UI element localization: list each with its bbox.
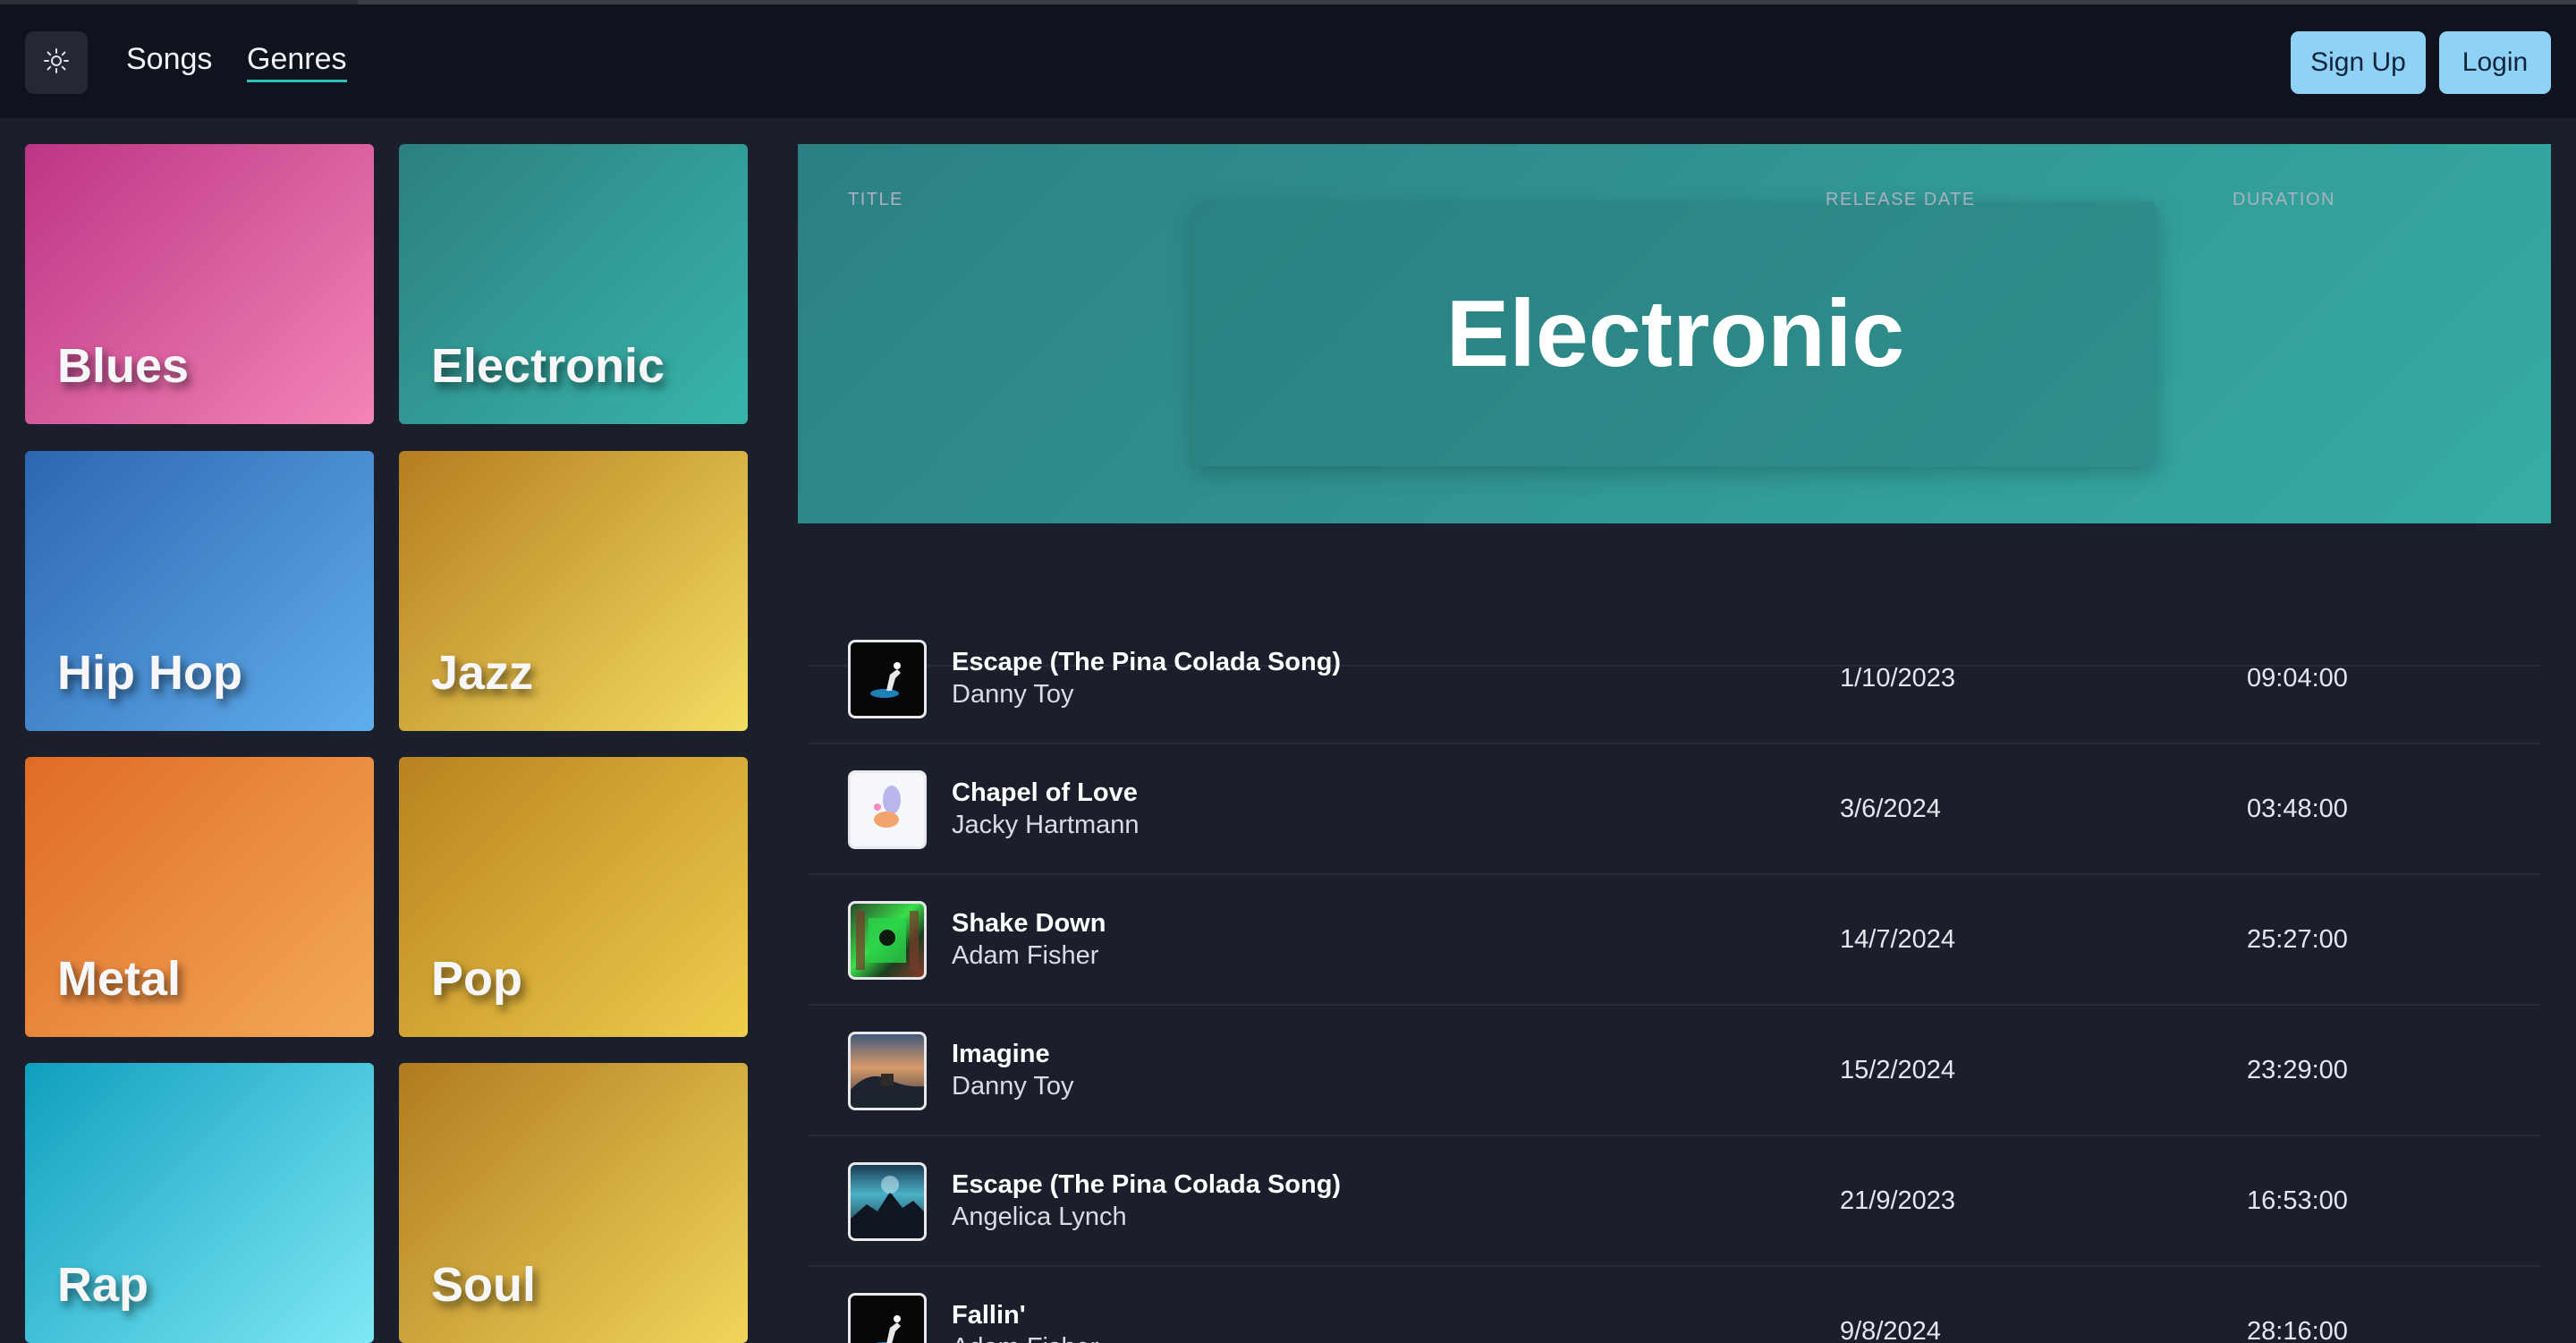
genre-tile-blues[interactable]: Blues [25, 144, 374, 424]
genre-tile-label: Blues [57, 339, 190, 393]
song-artist[interactable]: Danny Toy [952, 680, 1074, 710]
genre-tile-label: Rap [57, 1258, 149, 1312]
song-duration: 16:53:00 [2247, 1186, 2348, 1215]
song-release-date: 3/6/2024 [1840, 795, 1941, 823]
album-art-thumbnail [848, 770, 927, 849]
song-duration: 23:29:00 [2247, 1056, 2348, 1084]
theme-toggle-button[interactable] [25, 31, 88, 94]
genre-tile-hip-hop[interactable]: Hip Hop [25, 451, 374, 731]
sun-icon [43, 47, 70, 79]
album-art-thumbnail [848, 901, 927, 980]
table-row[interactable]: Fallin' Adam Fisher 9/8/2024 28:16:00 [809, 1267, 2540, 1343]
album-art-thumbnail [848, 1293, 927, 1343]
song-duration: 09:04:00 [2247, 664, 2348, 693]
genre-tile-label: Metal [57, 952, 182, 1006]
song-release-date: 15/2/2024 [1840, 1056, 1956, 1084]
genre-tile-jazz[interactable]: Jazz [399, 451, 748, 731]
genre-tile-label: Jazz [431, 646, 534, 700]
song-title[interactable]: Imagine [952, 1040, 1050, 1069]
song-duration: 25:27:00 [2247, 925, 2348, 954]
song-artist[interactable]: Adam Fisher [952, 941, 1098, 971]
song-title[interactable]: Shake Down [952, 909, 1106, 939]
song-duration: 28:16:00 [2247, 1317, 2348, 1343]
table-row[interactable]: Escape (The Pina Colada Song) Danny Toy … [809, 614, 2540, 744]
song-release-date: 9/8/2024 [1840, 1317, 1941, 1343]
column-header-release-date[interactable]: RELEASE DATE [1826, 190, 1976, 210]
genre-hero-card: Electronic [1193, 201, 2157, 466]
song-duration: 03:48:00 [2247, 795, 2348, 823]
genre-tile-metal[interactable]: Metal [25, 757, 374, 1037]
album-art-thumbnail [848, 1032, 927, 1110]
song-title[interactable]: Escape (The Pina Colada Song) [952, 648, 1341, 677]
genre-grid: Blues Electronic Hip Hop Jazz Metal Pop … [25, 144, 748, 1343]
genre-tile-electronic[interactable]: Electronic [399, 144, 748, 424]
genre-tile-label: Pop [431, 952, 522, 1006]
song-release-date: 21/9/2023 [1840, 1186, 1956, 1215]
table-row[interactable]: Imagine Danny Toy 15/2/2024 23:29:00 [809, 1006, 2540, 1136]
column-header-duration[interactable]: DURATION [2233, 190, 2335, 210]
album-art-thumbnail [848, 640, 927, 718]
song-release-date: 14/7/2024 [1840, 925, 1956, 954]
genre-tile-label: Electronic [431, 339, 665, 393]
genre-tile-soul[interactable]: Soul [399, 1063, 748, 1343]
genre-tile-label: Soul [431, 1258, 536, 1312]
song-artist[interactable]: Adam Fisher [952, 1333, 1098, 1343]
table-row[interactable]: Chapel of Love Jacky Hartmann 3/6/2024 0… [809, 744, 2540, 875]
nav-link-genres[interactable]: Genres [247, 42, 347, 82]
column-header-title[interactable]: TITLE [848, 190, 903, 210]
song-artist[interactable]: Angelica Lynch [952, 1203, 1127, 1232]
nav-link-songs[interactable]: Songs [126, 42, 212, 77]
genre-tile-pop[interactable]: Pop [399, 757, 748, 1037]
songs-table-body: Escape (The Pina Colada Song) Danny Toy … [809, 614, 2540, 1343]
song-title[interactable]: Chapel of Love [952, 778, 1138, 808]
table-row[interactable]: Shake Down Adam Fisher 14/7/2024 25:27:0… [809, 875, 2540, 1006]
genre-title: Electronic [1445, 280, 1905, 387]
navbar: Songs Genres Sign Up Login [0, 4, 2576, 118]
song-title[interactable]: Fallin' [952, 1301, 1026, 1330]
genre-tile-rap[interactable]: Rap [25, 1063, 374, 1343]
album-art-thumbnail [848, 1162, 927, 1241]
song-title[interactable]: Escape (The Pina Colada Song) [952, 1170, 1341, 1200]
sign-up-button[interactable]: Sign Up [2291, 31, 2426, 94]
song-artist[interactable]: Danny Toy [952, 1072, 1074, 1101]
song-release-date: 1/10/2023 [1840, 664, 1956, 693]
song-artist[interactable]: Jacky Hartmann [952, 811, 1140, 840]
genre-tile-label: Hip Hop [57, 646, 242, 700]
table-row[interactable]: Escape (The Pina Colada Song) Angelica L… [809, 1136, 2540, 1267]
login-button[interactable]: Login [2439, 31, 2551, 94]
